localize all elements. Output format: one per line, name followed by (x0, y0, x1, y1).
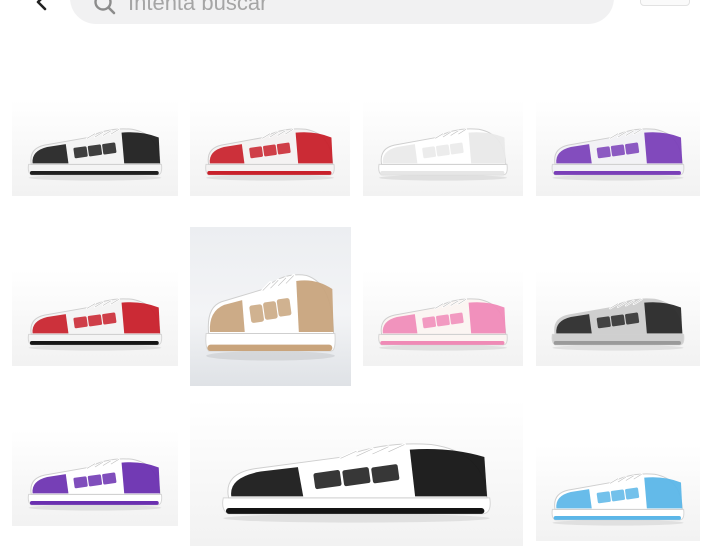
sneaker-image (378, 298, 508, 351)
sneaker-image (27, 298, 163, 351)
sneaker-image (27, 128, 163, 181)
sneaker-tan-white (205, 273, 336, 361)
sneaker-purple-white (551, 128, 685, 181)
product-tile[interactable] (190, 400, 523, 546)
product-tile[interactable] (12, 270, 178, 366)
sneaker-image (551, 473, 685, 526)
product-grid (0, 0, 709, 546)
product-tile[interactable] (12, 100, 178, 196)
product-tile[interactable] (536, 100, 700, 196)
sneaker-image (205, 128, 335, 181)
sneaker-purple-white-2 (27, 458, 163, 511)
product-tile[interactable] (190, 227, 351, 386)
product-tile[interactable] (12, 430, 178, 526)
sneaker-image (222, 443, 491, 523)
sneaker-image (551, 128, 685, 181)
sneaker-image (378, 128, 508, 181)
product-tile[interactable] (536, 445, 700, 541)
sneaker-blue-white (551, 473, 685, 526)
product-tile[interactable] (536, 270, 700, 366)
product-tile[interactable] (363, 270, 523, 366)
sneaker-grey-black (551, 298, 685, 351)
sneaker-red-black-white (27, 298, 163, 351)
sneaker-black-white (27, 128, 163, 181)
sneaker-pink-white (378, 298, 508, 351)
sneaker-image (205, 273, 336, 361)
sneaker-red-white (205, 128, 335, 181)
sneaker-all-white (378, 128, 508, 181)
sneaker-black-white-large (222, 443, 491, 523)
product-tile[interactable] (363, 100, 523, 196)
sneaker-image (27, 458, 163, 511)
product-tile[interactable] (190, 100, 350, 196)
sneaker-image (551, 298, 685, 351)
